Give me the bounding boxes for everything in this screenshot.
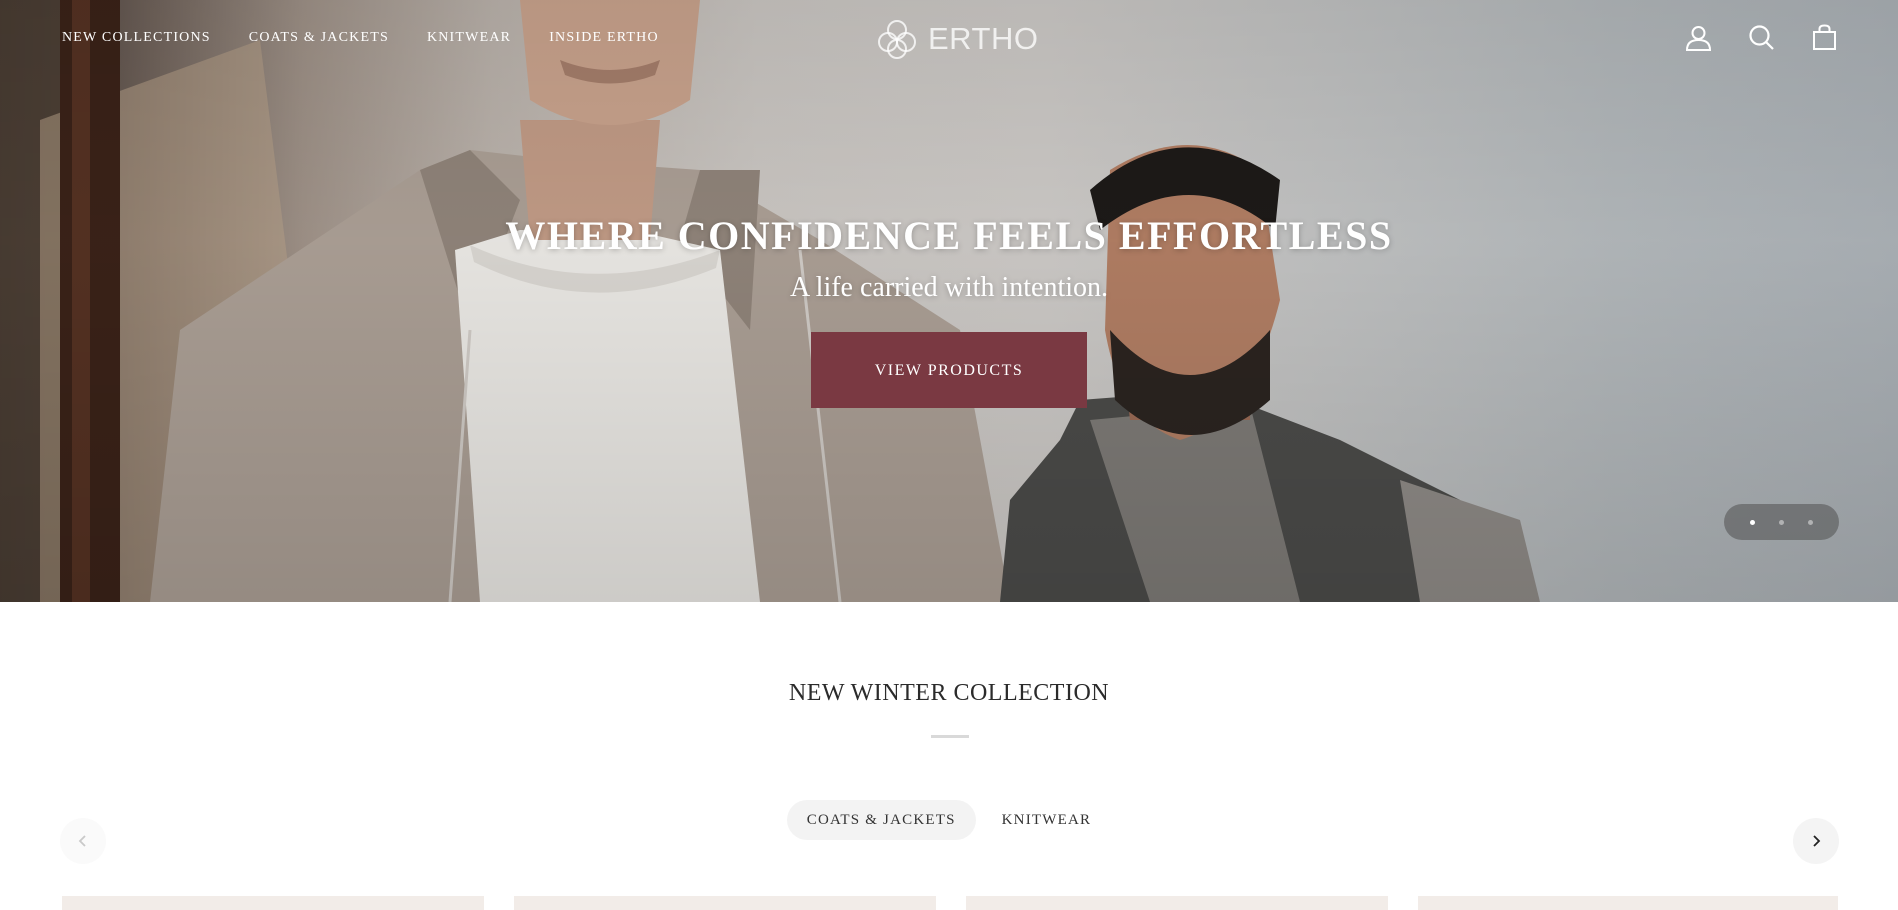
hero-title: WHERE CONFIDENCE FEELS EFFORTLESS bbox=[505, 213, 1393, 258]
header-actions bbox=[1685, 24, 1838, 51]
nav-knitwear[interactable]: KNITWEAR bbox=[427, 30, 511, 46]
product-card[interactable] bbox=[62, 896, 484, 910]
slide-dot-2[interactable] bbox=[1779, 519, 1784, 525]
slide-dot-1[interactable] bbox=[1750, 519, 1755, 525]
product-card[interactable] bbox=[514, 896, 936, 910]
section-title: NEW WINTER COLLECTION bbox=[788, 680, 1110, 706]
product-card[interactable] bbox=[966, 896, 1388, 910]
account-icon[interactable] bbox=[1685, 24, 1712, 51]
logo-wordmark: ERTHO bbox=[928, 21, 1039, 56]
nav-inside-ertho[interactable]: INSIDE ERTHO bbox=[549, 30, 659, 46]
collection-tabs: COATS & JACKETS KNITWEAR bbox=[0, 800, 1898, 840]
tab-coats-jackets[interactable]: COATS & JACKETS bbox=[786, 800, 976, 840]
logo-knot-icon bbox=[878, 20, 916, 59]
logo[interactable]: ERTHO bbox=[874, 16, 1038, 62]
hero-banner: NEW COLLECTIONS COATS & JACKETS KNITWEAR… bbox=[0, 0, 1898, 602]
main-menu: NEW COLLECTIONS COATS & JACKETS KNITWEAR… bbox=[62, 30, 659, 46]
new-collection-section: NEW WINTER COLLECTION COATS & JACKETS KN… bbox=[0, 602, 1898, 910]
nav-coats-jackets[interactable]: COATS & JACKETS bbox=[249, 30, 389, 46]
tab-knitwear[interactable]: KNITWEAR bbox=[982, 800, 1112, 840]
top-navigation: NEW COLLECTIONS COATS & JACKETS KNITWEAR… bbox=[0, 0, 1898, 78]
product-card[interactable] bbox=[1418, 896, 1838, 910]
hero-subtitle: A life carried with intention. bbox=[789, 272, 1109, 303]
chevron-right-icon bbox=[1813, 835, 1821, 847]
shopping-bag-icon[interactable] bbox=[1811, 24, 1838, 51]
hero-content: WHERE CONFIDENCE FEELS EFFORTLESS A life… bbox=[0, 212, 1898, 408]
slide-dot-3[interactable] bbox=[1808, 519, 1813, 525]
view-products-button[interactable]: VIEW PRODUCTS bbox=[811, 332, 1087, 408]
nav-new-collections[interactable]: NEW COLLECTIONS bbox=[62, 30, 211, 46]
search-icon[interactable] bbox=[1748, 24, 1775, 51]
slideshow-pagination bbox=[1724, 504, 1839, 540]
carousel-next-button[interactable] bbox=[1793, 818, 1839, 864]
title-divider bbox=[931, 735, 969, 738]
